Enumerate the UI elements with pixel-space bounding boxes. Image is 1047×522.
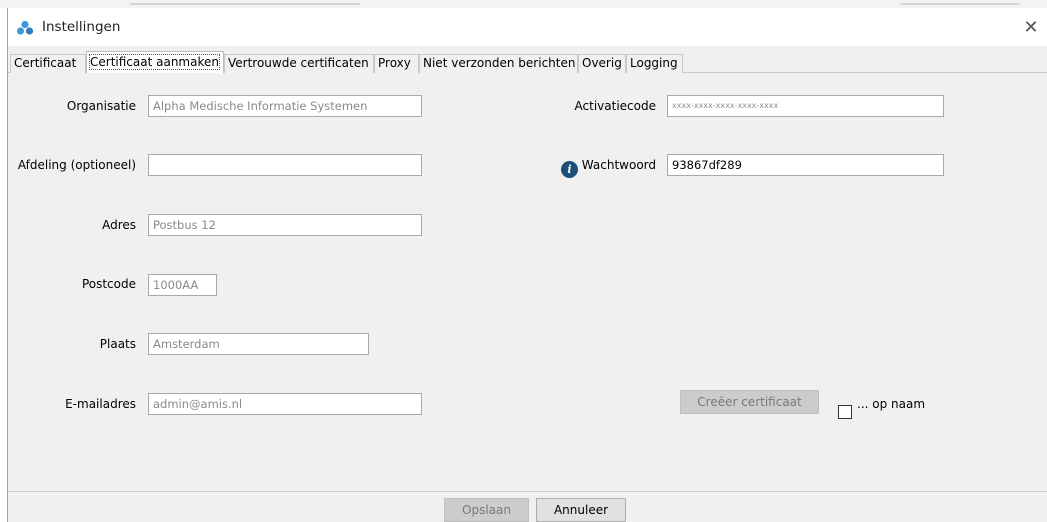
plaats-label: Plaats — [99, 337, 136, 351]
background-line — [900, 3, 1020, 5]
afdeling-label: Afdeling (optioneel) — [17, 158, 136, 172]
tab-certificaat-aanmaken[interactable]: Certificaat aanmaken — [86, 51, 224, 73]
email-input[interactable]: admin@amis.nl — [148, 393, 422, 415]
save-button[interactable]: Opslaan — [444, 498, 529, 522]
organisatie-label: Organisatie — [66, 99, 136, 113]
background-window-strip — [0, 0, 1047, 8]
op-naam-checkbox[interactable] — [838, 405, 852, 419]
afdeling-input[interactable] — [148, 154, 422, 176]
organisatie-input[interactable]: Alpha Medische Informatie Systemen — [148, 95, 422, 117]
create-certificate-button[interactable]: Creëer certificaat — [680, 390, 819, 414]
tab-certificaat[interactable]: Certificaat — [10, 54, 86, 73]
settings-dialog: Instellingen ✕ Certificaat Certificaat a… — [7, 8, 1047, 522]
activatiecode-label: Activatiecode — [574, 99, 656, 113]
settings-icon — [16, 20, 34, 35]
tab-overig[interactable]: Overig — [578, 54, 626, 73]
postcode-label: Postcode — [81, 277, 136, 291]
tab-proxy[interactable]: Proxy — [374, 54, 419, 73]
plaats-input[interactable]: Amsterdam — [148, 333, 369, 355]
wachtwoord-input[interactable]: 93867df289 — [667, 154, 944, 176]
tab-niet-verzonden-berichten[interactable]: Niet verzonden berichten — [419, 54, 578, 73]
adres-label: Adres — [102, 218, 136, 232]
email-label: E-mailadres — [65, 397, 136, 411]
adres-input[interactable]: Postbus 12 — [148, 214, 422, 236]
postcode-input[interactable]: 1000AA — [148, 274, 217, 296]
title-bar: Instellingen ✕ — [8, 8, 1047, 46]
activatiecode-input[interactable]: xxxx-xxxx-xxxx-xxxx-xxxx — [667, 95, 944, 117]
tab-vertrouwde-certificaten[interactable]: Vertrouwde certificaten — [224, 54, 374, 73]
op-naam-label: ... op naam — [857, 397, 926, 411]
wachtwoord-label: Wachtwoord — [581, 158, 656, 172]
tab-logging[interactable]: Logging — [626, 54, 683, 73]
background-line — [130, 3, 360, 5]
close-icon[interactable]: ✕ — [1016, 14, 1046, 40]
window-title: Instellingen — [42, 19, 121, 35]
cancel-button[interactable]: Annuleer — [536, 498, 626, 522]
info-icon[interactable]: i — [561, 161, 578, 178]
